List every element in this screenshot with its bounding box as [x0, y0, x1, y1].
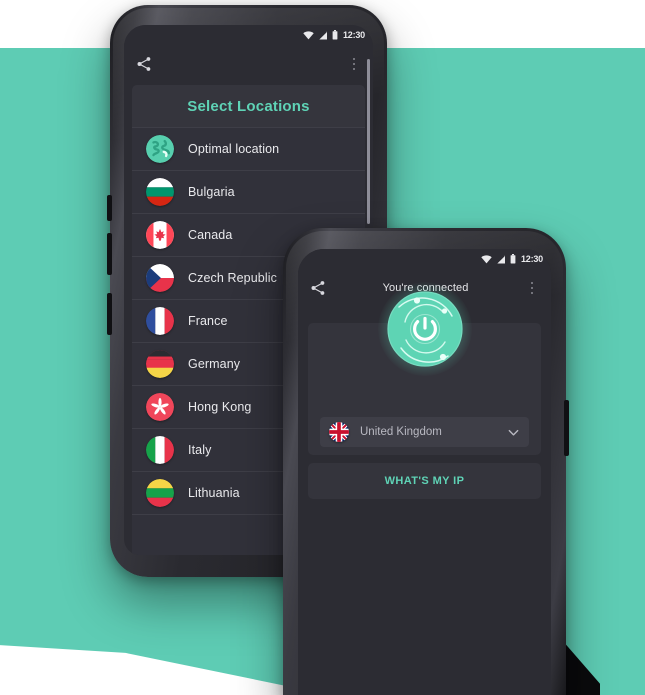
phone2-status-bar: 12:30 — [298, 249, 551, 269]
promo-composition: 12:30 Select Locations Optimal location — [0, 0, 645, 695]
list-item-label: Canada — [188, 228, 233, 242]
flag-hk-icon — [146, 393, 174, 421]
list-item-label: France — [188, 314, 228, 328]
phone1-status-bar: 12:30 — [124, 25, 373, 45]
phone1-app-bar — [124, 45, 373, 83]
more-options-icon[interactable] — [347, 56, 361, 72]
background-white-top-right — [525, 0, 645, 48]
flag-cz-icon — [146, 264, 174, 292]
whats-my-ip-label: WHAT'S MY IP — [384, 475, 465, 487]
list-item-label: Italy — [188, 443, 212, 457]
more-options-icon[interactable] — [525, 280, 539, 296]
flag-bg-icon — [146, 178, 174, 206]
share-icon[interactable] — [310, 280, 326, 296]
power-icon — [386, 291, 463, 367]
list-item-label: Lithuania — [188, 486, 240, 500]
list-item-label: Hong Kong — [188, 400, 252, 414]
phone1-volume-up-button[interactable] — [107, 233, 112, 275]
phone1-volume-down-button[interactable] — [107, 293, 112, 335]
flag-fr-icon — [146, 307, 174, 335]
flag-globe-icon — [146, 135, 174, 163]
share-icon[interactable] — [136, 56, 152, 72]
battery-icon — [510, 254, 516, 264]
flag-it-icon — [146, 436, 174, 464]
phone2-body: 12:30 You're connected — [298, 249, 551, 695]
background-teal-bottom-right — [600, 520, 645, 695]
signal-icon — [318, 31, 327, 40]
vpn-power-toggle[interactable] — [377, 282, 472, 376]
phone1-side-button-alert[interactable] — [107, 195, 112, 221]
flag-gb-icon — [329, 422, 349, 442]
flag-ca-icon — [146, 221, 174, 249]
phone2-clock: 12:30 — [520, 254, 543, 264]
phone-connected: 12:30 You're connected — [283, 228, 569, 695]
whats-my-ip-button[interactable]: WHAT'S MY IP — [308, 463, 541, 499]
wifi-icon — [303, 30, 314, 39]
phone2-screen: 12:30 You're connected — [298, 249, 551, 695]
phone1-clock: 12:30 — [342, 30, 365, 40]
list-item-label: Optimal location — [188, 142, 280, 156]
country-select[interactable]: United Kingdom — [320, 417, 529, 447]
battery-icon — [332, 30, 338, 40]
chevron-down-icon[interactable] — [507, 426, 520, 439]
flag-lt-icon — [146, 479, 174, 507]
signal-icon — [496, 255, 505, 264]
list-item[interactable]: Optimal location — [132, 127, 365, 170]
list-item-label: Bulgaria — [188, 185, 235, 199]
list-item-label: Czech Republic — [188, 271, 277, 285]
list-item[interactable]: Bulgaria — [132, 170, 365, 213]
select-locations-title: Select Locations — [187, 97, 310, 115]
flag-de-icon — [146, 350, 174, 378]
phone2-power-button[interactable] — [564, 400, 569, 456]
selected-country-name: United Kingdom — [360, 426, 442, 438]
wifi-icon — [481, 254, 492, 263]
list-item-label: Germany — [188, 357, 241, 371]
